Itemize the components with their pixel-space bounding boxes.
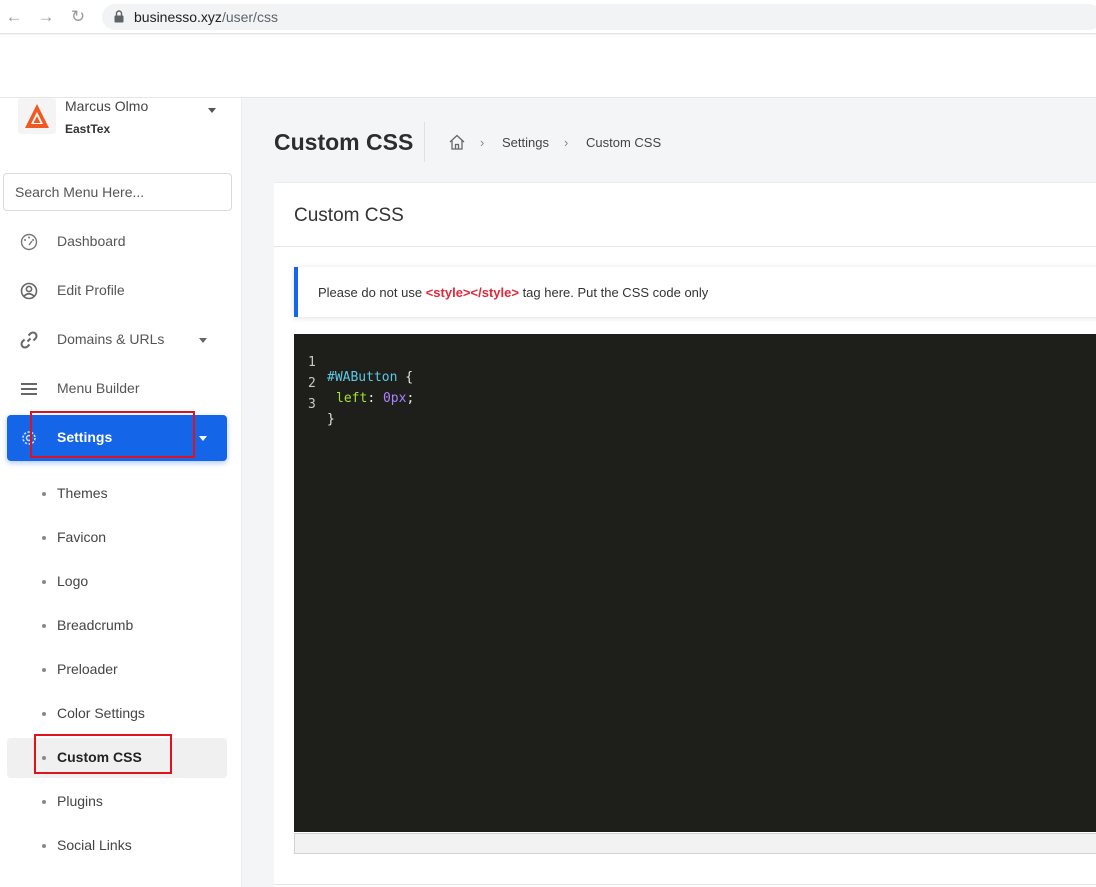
sidebar-item-label: Dashboard [57, 233, 126, 249]
submenu-item-label: Custom CSS [57, 749, 142, 765]
card-footer-divider [274, 884, 1096, 885]
bullet-icon [42, 756, 46, 760]
submenu-item-favicon[interactable]: Favicon [7, 518, 227, 558]
sidebar-item-settings[interactable]: Settings [7, 415, 227, 461]
submenu-item-label: Color Settings [57, 705, 145, 721]
code-punctuation: { [397, 370, 414, 385]
submenu-item-preloader[interactable]: Preloader [7, 650, 227, 690]
chevron-down-icon[interactable] [208, 108, 216, 113]
submenu-item-plugins[interactable]: Plugins [7, 782, 227, 822]
line-number: 3 [308, 397, 316, 412]
url-path: /user/css [221, 9, 278, 25]
editor-horizontal-scrollbar[interactable] [294, 833, 1096, 854]
submenu-item-color-settings[interactable]: Color Settings [7, 694, 227, 734]
title-divider [424, 122, 425, 162]
bullet-icon [42, 668, 46, 672]
breadcrumb-separator-icon: › [480, 135, 485, 150]
alert-prefix: Please do not use [318, 285, 426, 300]
alert-text: Please do not use <style></style> tag he… [318, 285, 708, 300]
code-punctuation: } [327, 412, 335, 427]
css-code-editor[interactable]: 1 #WAButton { 2 left: 0px; 3 } [294, 334, 1096, 832]
code-text: } [327, 412, 335, 427]
submenu-item-label: Breadcrumb [57, 617, 134, 633]
submenu-item-custom-css[interactable]: Custom CSS [7, 738, 227, 778]
sidebar-item-label: Edit Profile [57, 282, 125, 298]
chevron-down-icon [199, 436, 207, 441]
code-punctuation: ; [406, 391, 415, 406]
submenu-item-breadcrumb[interactable]: Breadcrumb [7, 606, 227, 646]
card-title: Custom CSS [294, 205, 404, 226]
back-arrow-icon[interactable]: ← [3, 6, 25, 28]
app-header [0, 35, 1096, 98]
sidebar-item-menu-builder[interactable]: Menu Builder [7, 366, 227, 412]
bullet-icon [42, 492, 46, 496]
breadcrumb-separator-icon: › [564, 135, 569, 150]
profile-org: EastTex [65, 122, 111, 136]
code-punctuation: : [367, 391, 383, 406]
alert-suffix: tag here. Put the CSS code only [518, 285, 709, 300]
sidebar-item-label: Settings [57, 429, 113, 445]
avatar [18, 98, 56, 134]
bullet-icon [42, 580, 46, 584]
url-text: businesso.xyz/user/css [134, 9, 278, 25]
sidebar-item-domains[interactable]: Domains & URLs [7, 317, 227, 363]
submenu-item-label: Logo [57, 573, 89, 589]
profile-block[interactable]: Marcus Olmo EastTex [18, 98, 232, 138]
address-bar[interactable]: businesso.xyz/user/css [102, 4, 1096, 30]
submenu-item-label: Favicon [57, 529, 107, 545]
bullet-icon [42, 844, 46, 848]
chevron-down-icon [199, 338, 207, 343]
lock-icon [114, 10, 124, 23]
profile-name: Marcus Olmo [65, 98, 149, 114]
reload-icon[interactable]: ↻ [67, 6, 89, 28]
bullet-icon [42, 712, 46, 716]
gear-icon [22, 431, 36, 445]
code-value: 0px [382, 391, 407, 406]
code-line: 2 left: 0px; [294, 361, 414, 406]
forward-arrow-icon[interactable]: → [35, 6, 57, 28]
page-title: Custom CSS [274, 129, 414, 155]
bullet-icon [42, 624, 46, 628]
submenu-item-label: Social Links [57, 837, 132, 853]
browser-toolbar: ← → ↻ businesso.xyz/user/css [0, 0, 1096, 34]
submenu-item-themes[interactable]: Themes [7, 474, 227, 514]
sidebar-item-dashboard[interactable]: Dashboard [7, 219, 227, 265]
breadcrumb-item-current: Custom CSS [586, 135, 662, 150]
breadcrumb-item-settings[interactable]: Settings [502, 135, 549, 150]
submenu-item-label: Plugins [57, 793, 103, 809]
url-domain: businesso.xyz [134, 9, 222, 25]
sidebar: Marcus Olmo EastTex Dashboard Edit Profi… [0, 98, 242, 887]
bullet-icon [42, 800, 46, 804]
bullet-icon [42, 536, 46, 540]
submenu-item-social-links[interactable]: Social Links [7, 826, 227, 866]
home-icon[interactable] [448, 133, 466, 151]
custom-css-card: Custom CSS Please do not use <style></st… [274, 182, 1096, 887]
sidebar-item-label: Domains & URLs [57, 331, 165, 347]
info-alert: Please do not use <style></style> tag he… [294, 267, 1096, 317]
dashboard-icon [20, 233, 38, 251]
user-circle-icon [20, 282, 38, 300]
submenu-item-label: Preloader [57, 661, 118, 677]
sidebar-item-label: Menu Builder [57, 380, 140, 396]
code-line: 3 } [294, 382, 341, 427]
link-icon [20, 331, 38, 349]
brand-logo-icon [25, 104, 49, 128]
card-divider [274, 246, 1096, 247]
sidebar-item-edit-profile[interactable]: Edit Profile [7, 268, 227, 314]
alert-code: <style></style> [425, 285, 519, 300]
code-line: 1 #WAButton { [294, 340, 413, 385]
hamburger-icon [21, 383, 37, 395]
submenu-item-label: Themes [57, 485, 108, 501]
code-text: left: 0px; [336, 391, 414, 406]
search-menu-input[interactable] [3, 173, 232, 211]
submenu-item-logo[interactable]: Logo [7, 562, 227, 602]
